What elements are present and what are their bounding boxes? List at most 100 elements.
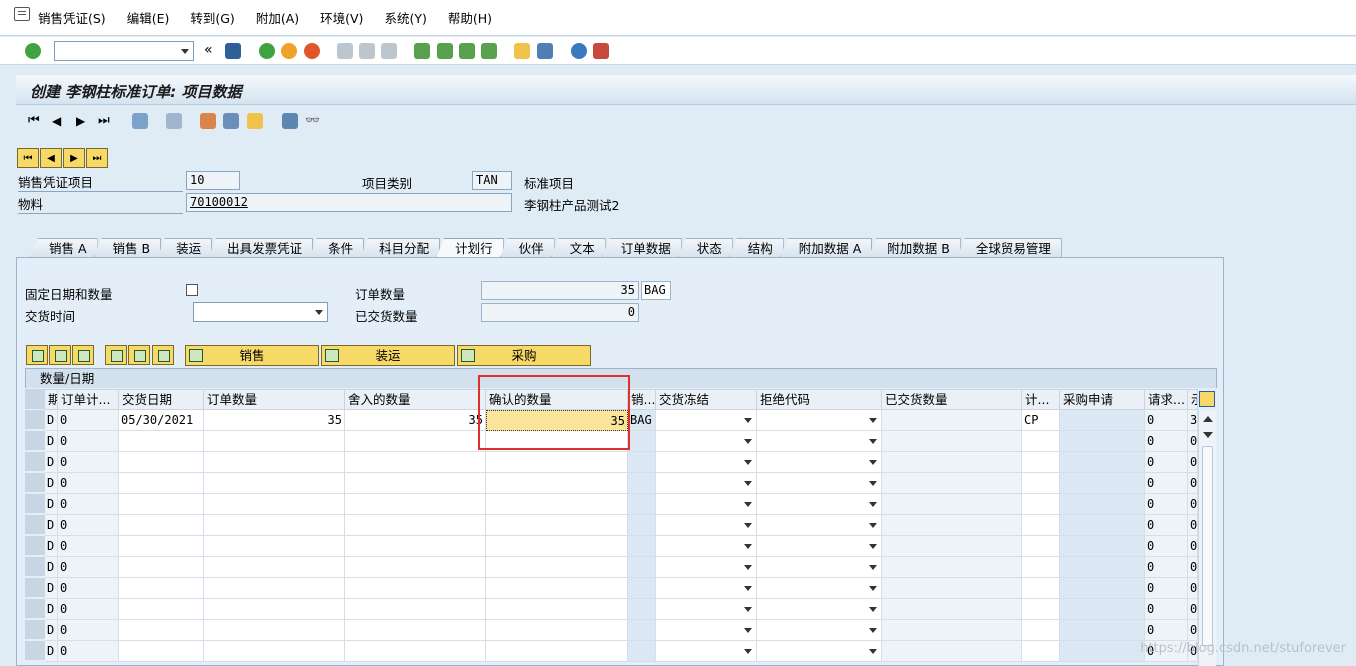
- partner-icon[interactable]: [223, 113, 239, 129]
- grid-cell-col-purchase-requisition[interactable]: [1060, 620, 1145, 641]
- grid-cell-col-delivery-date[interactable]: [119, 599, 204, 620]
- grid-cell-col-plan-type[interactable]: [1022, 473, 1060, 494]
- grid-cell-col-rounded-qty[interactable]: 35: [345, 410, 486, 431]
- grid-cell-col-order-qty[interactable]: [204, 452, 345, 473]
- grid-cell-col-rounded-qty[interactable]: [345, 557, 486, 578]
- grid-cell-col-purchase-requisition[interactable]: [1060, 578, 1145, 599]
- tab-account-assignment[interactable]: 科目分配: [360, 238, 441, 258]
- select-all-rows[interactable]: [25, 389, 45, 410]
- last-item-icon[interactable]: ⏭: [98, 114, 114, 130]
- grid-cell-col-plan-type[interactable]: [1022, 641, 1060, 662]
- tab-partners[interactable]: 伙伴: [499, 238, 555, 258]
- grid-cell-col-delivery-date[interactable]: [119, 641, 204, 662]
- fixed-date-checkbox[interactable]: [186, 284, 198, 296]
- grid-cell-col-sales-unit[interactable]: [628, 599, 656, 620]
- grid-header-col-period[interactable]: 期: [45, 389, 58, 410]
- grid-cell-col-rejection-code[interactable]: [757, 620, 882, 641]
- menu-goto[interactable]: 转到(G): [190, 8, 234, 27]
- scroll-down-icon[interactable]: [1203, 432, 1213, 438]
- delete-row-button[interactable]: [72, 345, 94, 365]
- grid-cell-col-delivery-date[interactable]: 05/30/2021: [119, 410, 204, 431]
- chevron-down-icon[interactable]: [181, 49, 189, 54]
- grid-cell-col-delivery-block[interactable]: [656, 494, 757, 515]
- enter-check-icon[interactable]: [25, 43, 41, 59]
- grid-cell-col-plan-type[interactable]: [1022, 515, 1060, 536]
- tab-shipping[interactable]: 装运: [157, 238, 213, 258]
- grid-cell-col-order-qty[interactable]: 35: [204, 410, 345, 431]
- row-selector[interactable]: [25, 473, 45, 493]
- grid-cell-col-delivery-block[interactable]: [656, 452, 757, 473]
- grid-cell-col-purchase-requisition[interactable]: [1060, 557, 1145, 578]
- row-selector[interactable]: [25, 620, 45, 640]
- layout-monitor-icon[interactable]: [593, 43, 609, 59]
- grid-cell-col-confirmed-qty[interactable]: [486, 620, 628, 641]
- tab-sales-a[interactable]: 销售 A: [30, 238, 98, 258]
- grid-cell-col-confirmed-qty[interactable]: [486, 557, 628, 578]
- row-selector[interactable]: [25, 431, 45, 451]
- grid-cell-col-delivery-block[interactable]: [656, 536, 757, 557]
- grid-cell-col-purchase-requisition[interactable]: [1060, 494, 1145, 515]
- scroll-thumb[interactable]: [1202, 446, 1213, 646]
- grid-cell-col-confirmed-qty[interactable]: [486, 536, 628, 557]
- grid-cell-col-rejection-code[interactable]: [757, 452, 882, 473]
- command-field[interactable]: [54, 41, 194, 61]
- grid-cell-col-rounded-qty[interactable]: [345, 536, 486, 557]
- tab-structure[interactable]: 结构: [728, 238, 784, 258]
- grid-cell-col-confirmed-qty[interactable]: [486, 641, 628, 662]
- grid-cell-col-order-qty[interactable]: [204, 431, 345, 452]
- grid-cell-col-rejection-code[interactable]: [757, 494, 882, 515]
- last-item-button[interactable]: ⏭: [86, 148, 108, 168]
- tab-additional-data-b[interactable]: 附加数据 B: [868, 238, 961, 258]
- purchasing-button[interactable]: 采购: [457, 345, 591, 366]
- tab-global-trade[interactable]: 全球贸易管理: [956, 238, 1062, 258]
- grid-cell-col-purchase-requisition[interactable]: [1060, 536, 1145, 557]
- tab-order-data[interactable]: 订单数据: [601, 238, 682, 258]
- scroll-up-icon[interactable]: [1203, 416, 1213, 422]
- grid-cell-col-order-qty[interactable]: [204, 599, 345, 620]
- grid-header-col-sales-unit[interactable]: 销...: [628, 389, 656, 410]
- grid-cell-col-purchase-requisition[interactable]: [1060, 599, 1145, 620]
- back-icon[interactable]: [259, 43, 275, 59]
- grid-cell-col-rejection-code[interactable]: [757, 473, 882, 494]
- details-button[interactable]: [26, 345, 48, 365]
- grid-cell-col-rejection-code[interactable]: [757, 641, 882, 662]
- grid-header-col-rejection-code[interactable]: 拒绝代码: [757, 389, 882, 410]
- grid-cell-col-sales-unit[interactable]: BAG: [628, 410, 656, 431]
- delivery-time-dropdown[interactable]: [193, 302, 328, 322]
- double-chevron-left-icon[interactable]: «: [204, 43, 220, 59]
- item-field[interactable]: 10: [186, 171, 240, 190]
- menu-help[interactable]: 帮助(H): [448, 8, 492, 27]
- grid-cell-col-sales-unit[interactable]: [628, 431, 656, 452]
- row-selector[interactable]: [25, 599, 45, 619]
- row-selector[interactable]: [25, 494, 45, 514]
- grid-header-col-delivery-date[interactable]: 交货日期: [119, 389, 204, 410]
- grid-cell-col-rejection-code[interactable]: [757, 515, 882, 536]
- deselect-all-button[interactable]: [152, 345, 174, 365]
- grid-cell-col-rejection-code[interactable]: [757, 431, 882, 452]
- grid-cell-col-delivery-date[interactable]: [119, 431, 204, 452]
- find-next-icon[interactable]: [381, 43, 397, 59]
- grid-cell-col-plan-type[interactable]: [1022, 494, 1060, 515]
- grid-cell-col-rounded-qty[interactable]: [345, 641, 486, 662]
- grid-cell-col-delivery-date[interactable]: [119, 557, 204, 578]
- grid-cell-col-plan-type[interactable]: [1022, 620, 1060, 641]
- grid-cell-col-order-qty[interactable]: [204, 473, 345, 494]
- grid-cell-col-delivery-block[interactable]: [656, 641, 757, 662]
- find-icon[interactable]: [359, 43, 375, 59]
- grid-cell-col-delivery-block[interactable]: [656, 578, 757, 599]
- grid-cell-col-plan-type[interactable]: [1022, 452, 1060, 473]
- row-selector[interactable]: [25, 452, 45, 472]
- grid-cell-col-purchase-requisition[interactable]: [1060, 515, 1145, 536]
- grid-header-col-order-qty[interactable]: 订单数量: [204, 389, 345, 410]
- tab-billing-document[interactable]: 出具发票凭证: [208, 238, 314, 258]
- grid-cell-col-delivery-date[interactable]: [119, 620, 204, 641]
- grid-cell-col-rounded-qty[interactable]: [345, 494, 486, 515]
- grid-cell-col-order-qty[interactable]: [204, 557, 345, 578]
- grid-header-col-delivery-block[interactable]: 交货冻结: [656, 389, 757, 410]
- grid-cell-col-order-qty[interactable]: [204, 515, 345, 536]
- grid-cell-col-confirmed-qty[interactable]: [486, 599, 628, 620]
- grid-cell-col-sales-unit[interactable]: [628, 452, 656, 473]
- grid-header-col-purchase-requisition[interactable]: 采购申请: [1060, 389, 1145, 410]
- exit-icon[interactable]: [281, 43, 297, 59]
- tab-additional-data-a[interactable]: 附加数据 A: [779, 238, 873, 258]
